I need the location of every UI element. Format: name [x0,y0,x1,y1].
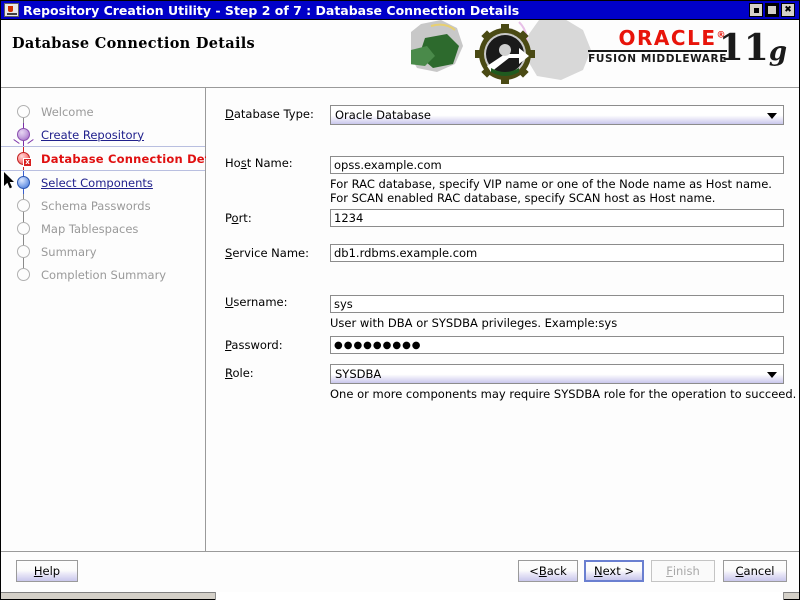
sidebar-item-label: Schema Passwords [41,198,151,213]
messages-content: . . [608,592,628,600]
host-name-input[interactable] [330,156,784,174]
oracle-brand-logo: ORACLE® FUSION MIDDLEWARE 11g [588,26,787,69]
host-name-hint-line2: For SCAN enabled RAC database, specify S… [330,191,716,205]
wizard-button-bar: Help < Back Next > Finish Cancel [1,551,799,592]
field-row-port: Port: [225,209,785,227]
cancel-button[interactable]: Cancel [723,560,787,582]
sidebar-item-welcome[interactable]: Welcome [1,100,205,123]
maximize-button[interactable] [765,3,779,17]
help-button[interactable]: Help [16,560,78,582]
role-hint: One or more components may require SYSDB… [330,387,797,401]
sidebar-item-label: Summary [41,244,97,259]
step-node-pending-icon [17,105,30,118]
password-label: Password: [225,338,283,352]
port-label: Port: [225,211,252,225]
field-row-host-name: Host Name: For RAC database, specify VIP… [225,154,785,205]
password-input[interactable] [330,336,784,354]
product-line-label: FUSION MIDDLEWARE [588,53,727,65]
sidebar-item-label: Create Repository [41,127,145,142]
content-area: Welcome Create Repository x Database Con… [1,88,799,600]
close-icon[interactable]: ✖ [781,3,795,17]
database-type-select[interactable]: Oracle Database [330,105,784,125]
username-label: Username: [225,295,288,309]
connection-details-form: Database Type: Oracle Database Host Name… [206,88,799,551]
sidebar-item-label: Completion Summary [41,267,167,282]
chevron-down-icon [767,372,777,378]
sidebar-item-completion-summary[interactable]: Completion Summary [1,263,205,286]
sidebar-item-label: Select Components [41,175,153,190]
field-row-database-type: Database Type: Oracle Database [225,105,785,125]
service-name-label: Service Name: [225,246,309,260]
wizard-step-navigator: Welcome Create Repository x Database Con… [1,88,234,551]
finish-button: Finish [651,560,715,582]
port-input[interactable] [330,209,784,227]
step-node-available-icon [17,176,30,189]
field-row-username: Username: User with DBA or SYSDBA privil… [225,293,785,330]
page-title: Database Connection Details [12,35,256,52]
logo-divider [588,50,727,52]
version-badge: 11g [718,27,787,69]
chevron-down-icon [767,113,777,119]
username-input[interactable] [330,295,784,313]
window-title: Repository Creation Utility - Step 2 of … [23,2,520,18]
sidebar-item-label: Map Tablespaces [41,221,139,236]
sidebar-item-label: Welcome [41,104,94,119]
back-button[interactable]: < Back [518,560,578,582]
host-name-hint-line1: For RAC database, specify VIP name or on… [330,177,772,191]
sidebar-item-summary[interactable]: Summary [1,240,205,263]
field-row-service-name: Service Name: [225,244,785,262]
database-type-value: Oracle Database [335,108,431,122]
host-name-label: Host Name: [225,156,293,170]
step-node-current-error-icon: x [17,152,32,167]
step-node-pending-icon [17,268,30,281]
java-app-icon [4,3,19,17]
step-node-pending-icon [17,245,30,258]
step-node-pending-icon [17,199,30,212]
field-row-role: Role: SYSDBA One or more components may … [225,364,796,401]
role-select[interactable]: SYSDBA [330,364,784,384]
service-name-input[interactable] [330,244,784,262]
step-node-pending-icon [17,222,30,235]
sidebar-item-map-tablespaces[interactable]: Map Tablespaces [1,217,205,240]
role-value: SYSDBA [335,367,382,381]
username-hint: User with DBA or SYSDBA privileges. Exam… [330,316,618,330]
sidebar-item-schema-passwords[interactable]: Schema Passwords [1,194,205,217]
sidebar-item-database-connection-details[interactable]: x Database Connection Details [1,146,234,171]
gears-and-gauge-graphic [407,20,591,87]
field-row-password: Password: [225,336,785,354]
title-bar: Repository Creation Utility - Step 2 of … [1,1,799,20]
role-label: Role: [225,366,254,380]
step-node-completed-icon [17,128,30,141]
database-type-label: Database Type: [225,107,314,121]
sidebar-item-create-repository[interactable]: Create Repository [1,123,205,146]
page-header: Database Connection Details ORACLE® FUSI… [1,20,799,88]
window-controls: ✖ [749,3,797,17]
oracle-wordmark: ORACLE® [618,26,727,50]
next-button[interactable]: Next > [584,560,644,582]
sidebar-item-label: Database Connection Details [41,151,234,166]
sidebar-item-select-components[interactable]: Select Components [1,171,205,194]
application-window: Repository Creation Utility - Step 2 of … [0,0,800,600]
minimize-button[interactable] [749,3,763,17]
